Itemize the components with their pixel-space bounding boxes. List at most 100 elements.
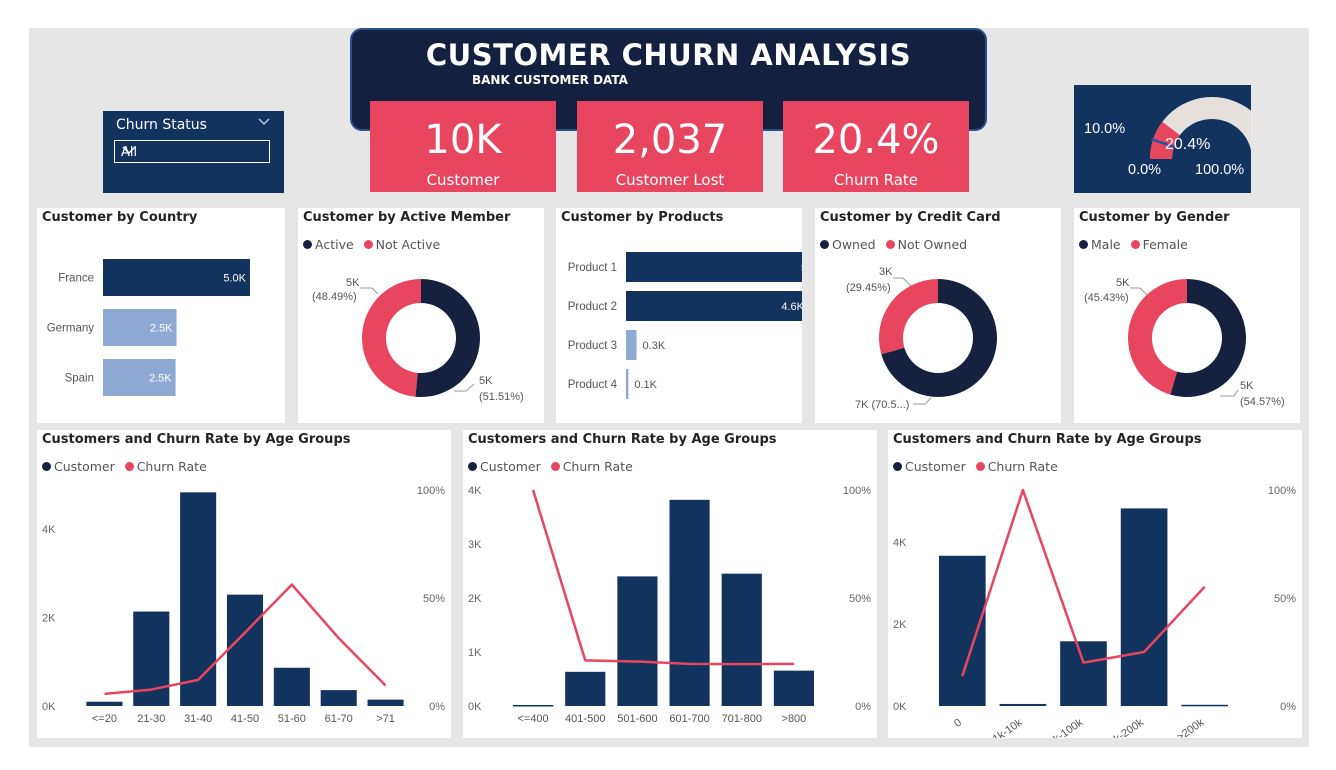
combo-chart: 0K 2K 4K 0% 50% 100% <=20 21-30 31-40 41-50 51-60 6… <box>42 485 445 725</box>
y-tick-label: 2K <box>468 593 482 605</box>
x-tick-label: 701-800 <box>722 713 762 725</box>
bar <box>180 492 217 706</box>
kpi-value: 20.4% <box>812 117 940 163</box>
report-subtitle: BANK CUSTOMER DATA <box>472 73 628 87</box>
bar <box>669 499 710 706</box>
y-tick-label: 3K <box>468 539 482 551</box>
kpi-label: Churn Rate <box>833 171 919 189</box>
active-member-card[interactable]: Customer by Active Member Active Not Act… <box>298 208 544 423</box>
x-tick-label: <=400 <box>517 713 548 725</box>
kpi-label: Customer Lost <box>615 171 725 189</box>
bar <box>626 291 802 321</box>
report-title: CUSTOMER CHURN ANALYSIS <box>425 38 912 72</box>
x-tick-label: 0 <box>952 717 964 730</box>
kpi-card-customers-lost[interactable]: 2,037 Customer Lost <box>577 101 763 192</box>
bar <box>626 252 802 282</box>
gauge-target-label: 10.0% <box>1084 121 1125 137</box>
slicer-label: Churn Status <box>116 117 207 133</box>
bar <box>512 704 554 707</box>
bar <box>626 330 637 360</box>
kpi-card-customers[interactable]: 10K Customer <box>370 101 556 192</box>
x-tick-label: >800 <box>782 713 807 725</box>
country-card[interactable]: Customer by Country France 5.0K Germany 2.5… <box>37 208 285 423</box>
products-card[interactable]: Customer by Products Product 15.1KProduc… <box>556 208 802 423</box>
combo-chart: 0K 2K 4K 0% 50% 100% 0 1k-10k 10k-100k 100k-200k >… <box>893 485 1296 738</box>
y-tick-label: 2K <box>893 619 907 631</box>
data-label: 2.5K <box>150 323 173 335</box>
country-chart: France 5.0K Germany 2.5K Spain 2.5K <box>47 259 250 396</box>
gender-donut: 5K (45.43%) 5K (54.57%) <box>1084 277 1285 408</box>
y-tick-label: 2K <box>42 612 56 624</box>
combo-card-credit-score[interactable]: Customers and Churn Rate by Age Groups C… <box>463 430 877 738</box>
data-label: 4.6K <box>781 301 802 313</box>
x-tick-label: 61-70 <box>325 713 353 725</box>
kpi-value: 2,037 <box>612 117 728 163</box>
bar <box>565 671 606 706</box>
bar <box>320 690 357 706</box>
category-label: Product 2 <box>568 301 617 313</box>
x-tick-label: 401-500 <box>565 713 605 725</box>
gauge-max-label: 100.0% <box>1195 162 1244 178</box>
bar <box>1060 641 1107 706</box>
y2-tick-label: 0% <box>429 701 445 713</box>
donut-label: 7K (70.5...) <box>855 399 909 411</box>
leader-line <box>1220 389 1239 397</box>
bar <box>626 369 629 399</box>
donut-label: (48.49%) <box>312 291 357 303</box>
x-tick-label: 1k-10k <box>991 716 1025 738</box>
leader-line <box>893 277 912 287</box>
y2-tick-label: 50% <box>423 593 445 605</box>
x-tick-label: 501-600 <box>617 713 657 725</box>
category-label: France <box>58 273 94 285</box>
kpi-label: Customer <box>426 171 500 189</box>
chevron-down-icon[interactable] <box>258 115 270 129</box>
category-label: Product 4 <box>568 379 618 391</box>
leader-line <box>454 383 475 392</box>
y2-tick-label: 100% <box>843 485 871 497</box>
leader-line <box>360 287 379 295</box>
donut-label: 5K <box>1116 277 1130 289</box>
x-tick-label: >71 <box>376 713 395 725</box>
category-label: Product 3 <box>568 340 617 352</box>
donut-slice <box>362 279 421 397</box>
donut-slice <box>415 279 481 397</box>
x-tick-label: 51-60 <box>278 713 306 725</box>
y-tick-label: 0K <box>893 701 907 713</box>
x-tick-label: <=20 <box>92 713 117 725</box>
bar <box>1120 508 1168 706</box>
bar <box>273 667 310 706</box>
bar <box>617 576 658 706</box>
gauge-min-label: 0.0% <box>1128 162 1161 178</box>
kpi-card-churn-rate[interactable]: 20.4% Churn Rate <box>783 101 969 192</box>
leader-line <box>1130 287 1149 297</box>
credit-donut: 3K (29.45%) 7K (70.5...) <box>846 266 997 411</box>
bar <box>367 699 404 706</box>
y-tick-label: 4K <box>468 485 482 497</box>
gauge-value-label: 20.4% <box>1165 136 1210 153</box>
donut-label: 3K <box>879 266 893 278</box>
combo-card-age[interactable]: Customers and Churn Rate by Age Groups C… <box>37 430 451 738</box>
bar <box>773 670 815 706</box>
combo-card-balance[interactable]: Customers and Churn Rate by Age Groups C… <box>888 430 1302 738</box>
data-label: 5.0K <box>223 273 246 285</box>
credit-card-card[interactable]: Customer by Credit Card Owned Not Owned … <box>815 208 1061 423</box>
bar <box>721 573 762 706</box>
combo-chart: 0K 1K 2K 3K 4K 0% 50% 100% <=400 401-500 501-600 60… <box>468 485 871 725</box>
churn-rate-gauge[interactable]: 10.0% 20.4% 0.0% 100.0% <box>1074 85 1274 193</box>
y2-tick-label: 50% <box>849 593 871 605</box>
gauge-svg: 10.0% 20.4% 0.0% 100.0% <box>1084 96 1274 178</box>
gender-card[interactable]: Customer by Gender Male Female 5K (45.43… <box>1074 208 1300 423</box>
category-label: Product 1 <box>568 262 617 274</box>
x-tick-label: >200k <box>1175 716 1207 738</box>
data-label: 2.5K <box>149 373 172 385</box>
chevron-down-icon[interactable] <box>121 143 263 161</box>
slicer-dropdown[interactable]: All <box>114 140 270 163</box>
products-chart: Product 1 5.1K Product 2 4.6K Product 3 0.3K P… <box>568 252 802 399</box>
leader-line <box>913 397 932 405</box>
bar <box>226 594 264 706</box>
donut-label: (51.51%) <box>479 391 524 403</box>
churn-status-slicer[interactable]: Churn Status All <box>103 111 284 193</box>
y2-tick-label: 0% <box>1280 701 1296 713</box>
donut-label: (29.45%) <box>846 282 891 294</box>
x-tick-label: 10k-100k <box>1041 716 1085 738</box>
